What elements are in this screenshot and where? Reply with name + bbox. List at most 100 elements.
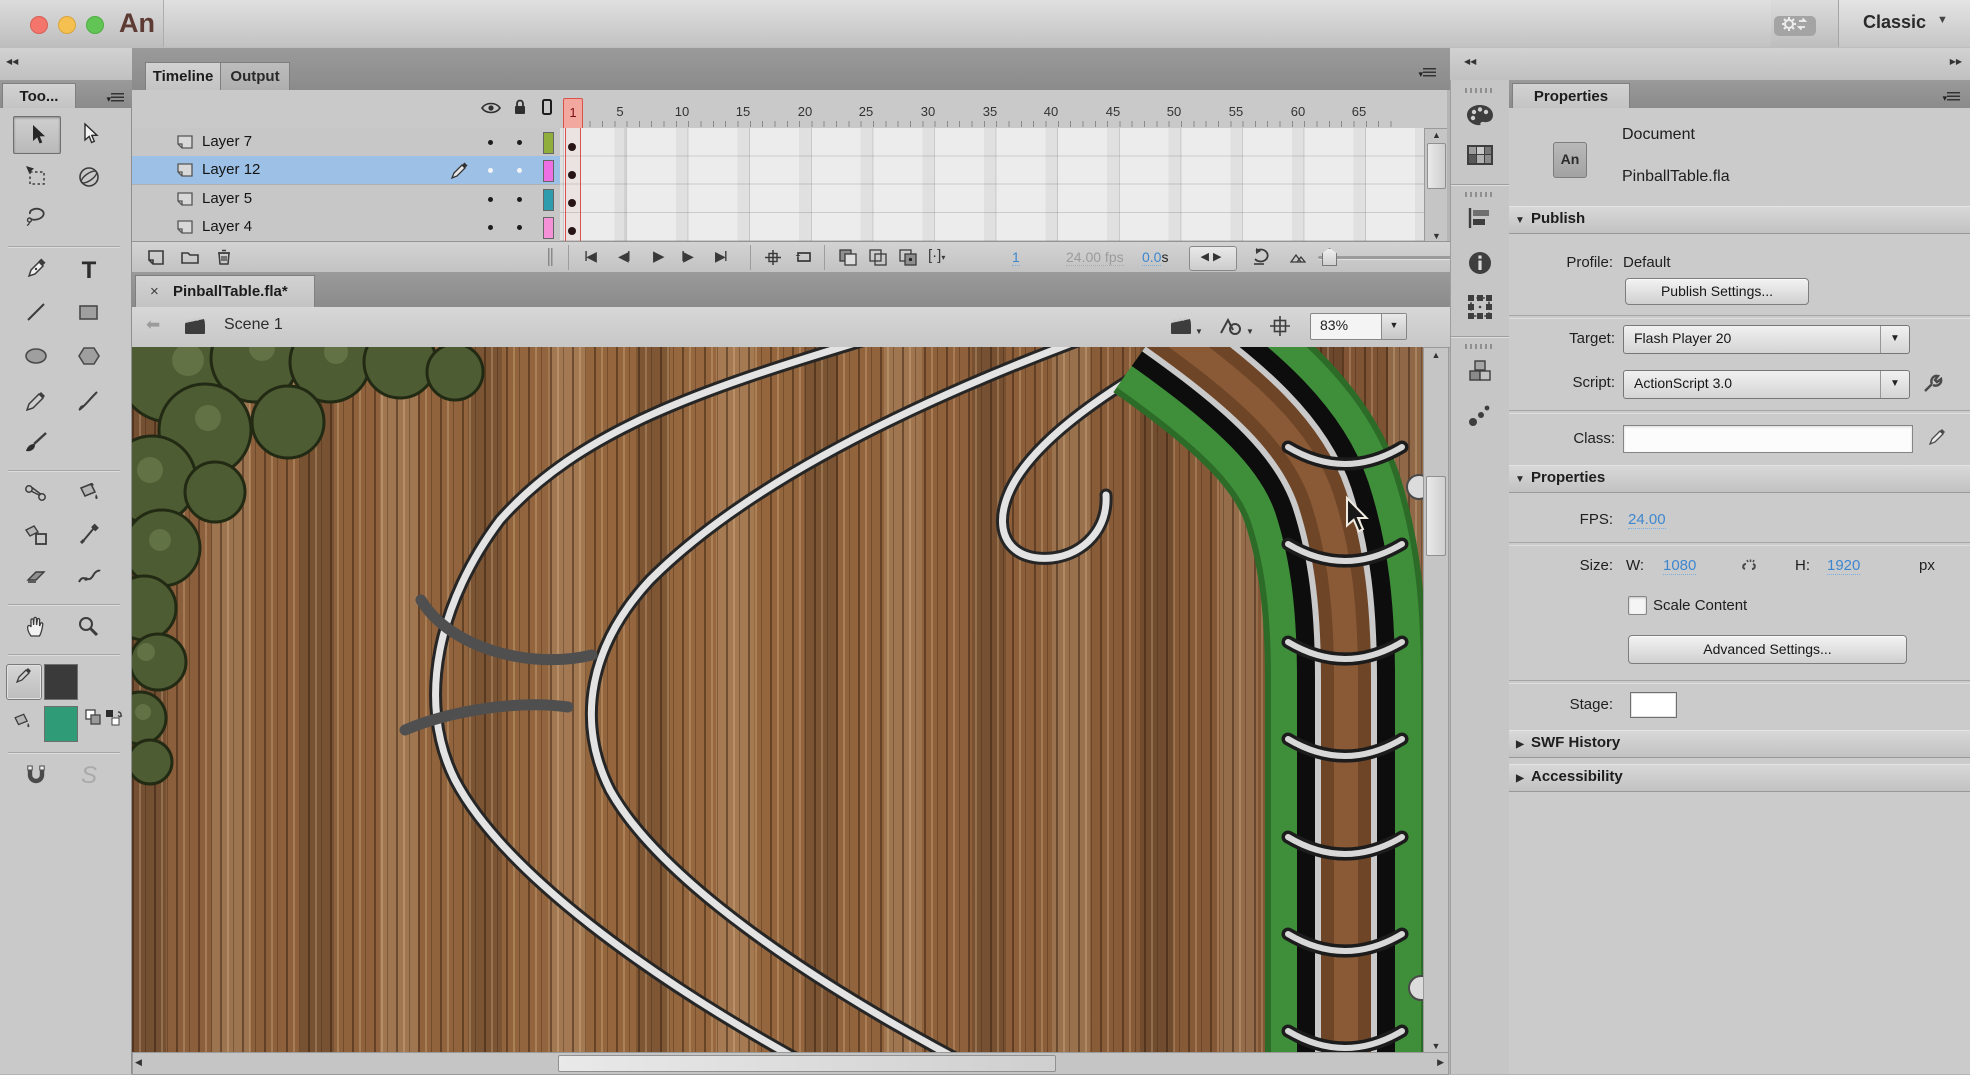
layer-lock-dot[interactable] (517, 225, 522, 230)
oval-tool[interactable] (13, 344, 59, 376)
advanced-settings-button[interactable]: Advanced Settings... (1628, 635, 1907, 664)
stage-hscrollbar-thumb[interactable] (558, 1055, 1056, 1072)
hand-tool[interactable] (13, 614, 59, 646)
goto-first-frame-button[interactable]: Ⅰ◀ (584, 248, 595, 265)
polystar-tool[interactable] (66, 344, 112, 376)
layer-lock-dot[interactable] (517, 168, 522, 173)
collapse-panels-icon[interactable]: ◀◀ (1464, 57, 1476, 66)
statusbar-grip[interactable] (548, 248, 554, 266)
layer-color-swatch[interactable] (543, 160, 554, 182)
tools-panel-menu[interactable]: ▾ (106, 89, 124, 107)
fps-value[interactable]: 24.00 (1628, 511, 1666, 529)
workspace-switcher-icon[interactable] (1774, 16, 1816, 36)
outline-all-layers-icon[interactable] (541, 98, 553, 116)
expand-panels-icon[interactable]: ▶▶ (1950, 57, 1962, 66)
stage-zoom-control[interactable]: 83% ▼ (1310, 313, 1407, 340)
layer-visibility-dot[interactable] (488, 197, 493, 202)
color-panel-icon[interactable] (1465, 102, 1495, 128)
stage-zoom-dropdown-button[interactable]: ▼ (1381, 314, 1406, 339)
section-swf-history[interactable]: ▶SWF History (1509, 730, 1970, 758)
section-properties[interactable]: ▼Properties (1509, 465, 1970, 493)
swatches-panel-icon[interactable] (1466, 144, 1494, 166)
black-white-colors-button[interactable] (84, 708, 102, 731)
class-input[interactable] (1623, 425, 1913, 453)
layer-row[interactable]: Layer 7 (132, 128, 560, 157)
scroll-up-icon[interactable]: ▲ (1424, 348, 1448, 362)
fill-color-button[interactable] (8, 710, 36, 740)
keyframe-dot[interactable] (568, 143, 576, 151)
edit-multiple-frames-icon[interactable] (898, 248, 918, 267)
new-layer-icon[interactable] (147, 249, 165, 266)
rectangle-tool[interactable] (66, 300, 112, 332)
play-button[interactable]: ▶ (653, 247, 665, 265)
edit-symbols-icon[interactable] (1218, 316, 1244, 337)
minimize-window-button[interactable] (58, 16, 76, 34)
target-dropdown[interactable]: Flash Player 20▼ (1623, 325, 1910, 354)
frames-zoom-slider-thumb[interactable] (1322, 248, 1337, 266)
elapsed-time-value[interactable]: 0.0 (1142, 249, 1161, 266)
scale-content-checkbox[interactable] (1628, 596, 1647, 615)
center-frame-icon[interactable] (764, 249, 782, 266)
dock-grip[interactable] (1465, 344, 1495, 349)
dropdown-caret-icon[interactable]: ▼ (1880, 326, 1909, 353)
reset-timeline-zoom-icon[interactable] (1250, 247, 1272, 268)
step-back-button[interactable]: ◀Ⅰ (618, 248, 629, 265)
height-value[interactable]: 1920 (1827, 557, 1860, 575)
dock-grip[interactable] (1465, 88, 1495, 93)
layer-visibility-dot[interactable] (488, 225, 493, 230)
keyframe-dot[interactable] (568, 171, 576, 179)
lasso-tool[interactable] (13, 204, 59, 236)
layer-lock-dot[interactable] (517, 140, 522, 145)
smooth-option[interactable]: S (66, 762, 112, 794)
section-publish[interactable]: ▼Publish (1509, 206, 1970, 234)
goto-last-frame-button[interactable]: ▶Ⅰ (715, 248, 726, 265)
current-frame-field[interactable]: 1 (1012, 249, 1020, 266)
ink-bottle-tool[interactable] (13, 522, 59, 554)
layer-lock-dot[interactable] (517, 197, 522, 202)
layer-visibility-dot[interactable] (488, 140, 493, 145)
width-value[interactable]: 1080 (1663, 557, 1696, 575)
paint-bucket-tool[interactable] (66, 480, 112, 512)
show-hide-all-layers-icon[interactable] (481, 101, 501, 115)
maximize-window-button[interactable] (86, 16, 104, 34)
paint-brush-tool[interactable] (13, 430, 59, 462)
tab-properties[interactable]: Properties (1512, 83, 1630, 109)
keyframe-dot[interactable] (568, 199, 576, 207)
back-to-scene-icon[interactable]: ⬅ (146, 315, 160, 335)
transform-panel-icon[interactable] (1467, 294, 1493, 320)
document-tab[interactable]: × PinballTable.fla* (135, 275, 315, 308)
stage-vscrollbar-thumb[interactable] (1426, 476, 1446, 556)
snap-to-objects-option[interactable] (13, 762, 59, 794)
scroll-right-icon[interactable]: ▶ (1437, 1053, 1444, 1072)
keyframe-dot[interactable] (568, 227, 576, 235)
layer-visibility-dot[interactable] (488, 168, 493, 173)
motion-presets-panel-icon[interactable] (1467, 402, 1493, 428)
layer-color-swatch[interactable] (543, 189, 554, 211)
eraser-tool[interactable] (13, 564, 59, 596)
collapse-panels-icon[interactable]: ◀◀ (6, 57, 18, 66)
close-document-icon[interactable]: × (150, 283, 159, 300)
timeline-ruler[interactable]: 5 10 15 20 25 30 35 40 45 50 55 60 65 1 (560, 90, 1424, 129)
ink-brush-tool[interactable] (66, 388, 112, 420)
pencil-tool[interactable] (13, 388, 59, 420)
layer-color-swatch[interactable] (543, 217, 554, 239)
layer-row[interactable]: Layer 5 (132, 185, 560, 214)
timeline-scrollbar-thumb[interactable] (1427, 143, 1446, 189)
fill-color-swatch[interactable] (44, 706, 78, 742)
free-transform-tool[interactable] (13, 164, 59, 196)
timeline-scrollbar[interactable]: ▲ ▼ (1424, 128, 1449, 243)
layer-row[interactable]: Layer 4 (132, 213, 560, 242)
stage-canvas[interactable] (132, 347, 1423, 1052)
tab-timeline[interactable]: Timeline (145, 62, 221, 91)
3d-rotation-tool[interactable] (66, 164, 112, 196)
script-dropdown[interactable]: ActionScript 3.0▼ (1623, 370, 1910, 399)
stroke-color-button[interactable] (6, 664, 42, 700)
edit-class-pencil-icon[interactable] (1927, 427, 1947, 447)
publish-settings-button[interactable]: Publish Settings... (1625, 278, 1809, 305)
close-window-button[interactable] (30, 16, 48, 34)
elapsed-time-field[interactable]: 0.0s (1142, 249, 1168, 265)
properties-panel-menu[interactable]: ▾ (1942, 88, 1960, 106)
tab-tools[interactable]: Too... (2, 83, 76, 109)
zoom-out-frames-icon[interactable] (1290, 253, 1306, 263)
edit-scene-icon[interactable] (1170, 316, 1193, 336)
